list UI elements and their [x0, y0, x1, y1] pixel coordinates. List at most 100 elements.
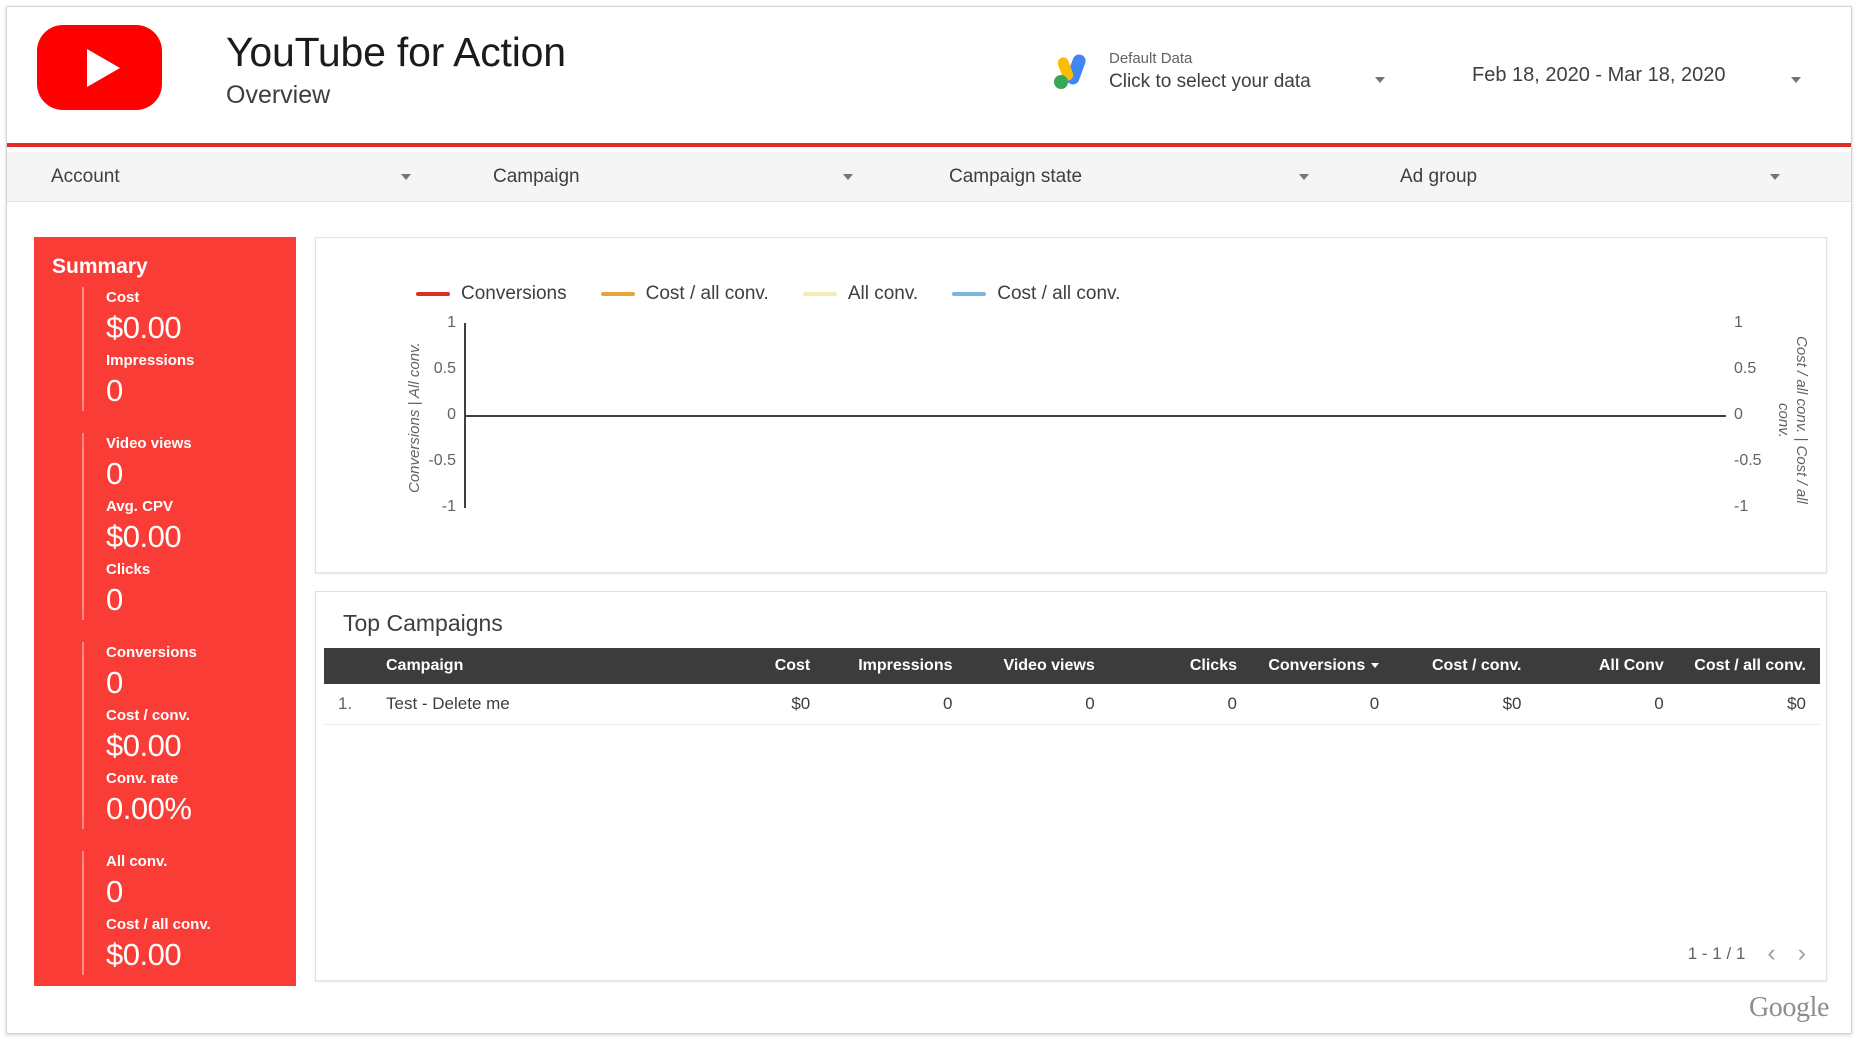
table-column-label: Video views: [1003, 657, 1095, 674]
table-body: 1. Test - Delete me $0 0 0 0 0 $0 0 $0: [324, 684, 1820, 725]
chart-legend-item[interactable]: Conversions: [416, 283, 567, 305]
filter-campaign-state-label: Campaign state: [949, 166, 1083, 187]
table-column-header-campaign[interactable]: Campaign: [372, 648, 682, 684]
chevron-down-icon-data-source[interactable]: [1375, 77, 1385, 83]
chevron-down-icon-account: [401, 174, 411, 180]
page-header: YouTube for Action Overview Default Data…: [7, 7, 1851, 147]
chevron-right-icon[interactable]: ›: [1798, 941, 1806, 966]
table-cell-cost: $0: [682, 684, 825, 725]
chevron-left-icon[interactable]: ‹: [1767, 941, 1775, 966]
top-campaigns-card: Top Campaigns Campaign Cost Impressions Vid…: [315, 591, 1827, 981]
table-cell-cost_conv: $0: [1393, 684, 1536, 725]
filter-ad-group[interactable]: Ad group: [1400, 152, 1800, 202]
summary-metric-label: Cost / all conv.: [106, 916, 211, 933]
legend-swatch-icon: [802, 292, 837, 296]
table-column-header-all_conv[interactable]: All Conv: [1535, 648, 1678, 684]
table-cell-cost_all_conv: $0: [1677, 684, 1820, 725]
summary-metric-label: Conversions: [106, 644, 197, 661]
trend-chart-card: Conversions Cost / all conv. All conv. Cost…: [315, 237, 1827, 573]
filter-account[interactable]: Account: [51, 152, 441, 202]
data-source-name: Default Data: [1109, 50, 1193, 68]
chart-legend-label: Cost / all conv.: [645, 283, 769, 304]
table-column-label: Cost / all conv.: [1694, 657, 1806, 674]
filter-campaign-state[interactable]: Campaign state: [949, 152, 1339, 202]
summary-metric: Cost / all conv. $0.00: [106, 914, 296, 975]
summary-metric-value: 0.00%: [106, 791, 192, 826]
table-column-header-conversions[interactable]: Conversions: [1251, 648, 1394, 684]
date-range-selector[interactable]: Feb 18, 2020 - Mar 18, 2020: [1472, 64, 1726, 87]
table-cell-impressions: 0: [824, 684, 967, 725]
top-campaigns-title: Top Campaigns: [343, 610, 503, 636]
top-campaigns-table: Campaign Cost Impressions Video views Clicks…: [324, 648, 1820, 725]
table-column-label: Clicks: [1189, 657, 1237, 674]
chart-legend-item[interactable]: Cost / all conv.: [952, 283, 1120, 305]
summary-metric-value: 0: [106, 373, 123, 408]
summary-metric-value: $0.00: [106, 310, 182, 345]
summary-metric-label: Clicks: [106, 561, 151, 578]
chart-legend-item[interactable]: Cost / all conv.: [600, 283, 769, 305]
filter-campaign-label: Campaign: [493, 166, 580, 187]
y-tick-4: -1: [441, 498, 456, 515]
table-column-header-cost_all_conv[interactable]: Cost / all conv.: [1677, 648, 1820, 684]
chevron-down-icon-ad-group: [1770, 174, 1780, 180]
table-cell-video_views: 0: [966, 684, 1109, 725]
legend-swatch-icon: [416, 292, 450, 296]
google-brand-logo: Google: [1748, 992, 1829, 1023]
y-tick-0: 1: [447, 314, 456, 331]
summary-metric: Avg. CPV $0.00: [106, 496, 296, 557]
chart-legend: Conversions Cost / all conv. All conv. Cost…: [416, 283, 1120, 305]
summary-metric-label: Conv. rate: [106, 770, 179, 787]
summary-metric-label: Impressions: [106, 352, 195, 369]
table-column-header-video_views[interactable]: Video views: [966, 648, 1109, 684]
legend-swatch-icon: [600, 292, 635, 296]
filter-campaign[interactable]: Campaign: [493, 152, 883, 202]
chart-zero-line: [464, 415, 1726, 417]
table-cell-all_conv: 0: [1535, 684, 1678, 725]
table-column-header-cost[interactable]: Cost: [682, 648, 825, 684]
summary-metric-label: Cost: [106, 289, 140, 306]
filter-bar: Account Campaign Campaign state Ad group: [7, 152, 1851, 202]
filter-ad-group-label: Ad group: [1400, 166, 1478, 187]
dashboard-page: YouTube for Action Overview Default Data…: [6, 6, 1852, 1034]
data-source-hint: Click to select your data: [1109, 71, 1311, 93]
summary-panel: Summary Cost $0.00 Impressions 0 Video views…: [34, 237, 296, 986]
summary-metric-value: $0.00: [106, 728, 182, 763]
chart-legend-item[interactable]: All conv.: [802, 283, 918, 305]
legend-swatch-icon: [952, 292, 987, 296]
summary-metric-value: 0: [106, 582, 123, 617]
chart-y2-axis-title: Cost / all conv. | Cost / all conv.: [1775, 336, 1810, 504]
summary-title: Summary: [52, 255, 148, 278]
y-tick-2: 0: [447, 406, 456, 423]
summary-metric: Conversions 0: [106, 642, 296, 703]
table-header: Campaign Cost Impressions Video views Clicks…: [324, 648, 1820, 684]
table-column-label: Campaign: [386, 657, 464, 674]
summary-metric: Conv. rate 0.00%: [106, 768, 296, 829]
chart-legend-label: Conversions: [461, 283, 567, 304]
table-column-label: Cost: [774, 657, 811, 674]
summary-metric-value: 0: [106, 665, 123, 700]
google-ads-icon: [1047, 49, 1093, 95]
summary-metric-value: 0: [106, 456, 123, 491]
summary-metric: Cost $0.00: [106, 287, 296, 348]
summary-metric: Cost / conv. $0.00: [106, 705, 296, 766]
table-column-header-impressions[interactable]: Impressions: [824, 648, 967, 684]
summary-metric-label: All conv.: [106, 853, 168, 870]
table-cell-campaign: Test - Delete me: [372, 684, 682, 725]
summary-metric-group: Cost $0.00 Impressions 0: [82, 287, 296, 411]
chevron-down-icon-campaign-state: [1299, 174, 1309, 180]
summary-metric: Video views 0: [106, 433, 296, 494]
play-triangle: [87, 49, 120, 87]
table-column-header-cost_conv[interactable]: Cost / conv.: [1393, 648, 1536, 684]
table-column-header-clicks[interactable]: Clicks: [1108, 648, 1251, 684]
table-row[interactable]: 1. Test - Delete me $0 0 0 0 0 $0 0 $0: [324, 684, 1820, 725]
summary-metric-label: Cost / conv.: [106, 707, 190, 724]
chevron-down-icon-date-range[interactable]: [1791, 77, 1801, 83]
data-source-selector[interactable]: Default Data Click to select your data: [1047, 49, 1311, 95]
page-title: YouTube for Action: [226, 29, 566, 75]
table-column-header-idx[interactable]: [324, 648, 372, 684]
chart-plot-area: Conversions | All conv. 1 0.5 0 -0.5 -1 …: [406, 314, 1810, 538]
table-cell-idx: 1.: [324, 684, 372, 725]
youtube-play-icon: [37, 25, 162, 110]
summary-metric-group: Conversions 0 Cost / conv. $0.00 Conv. rate 0…: [82, 642, 296, 829]
summary-metric-label: Video views: [106, 435, 192, 452]
